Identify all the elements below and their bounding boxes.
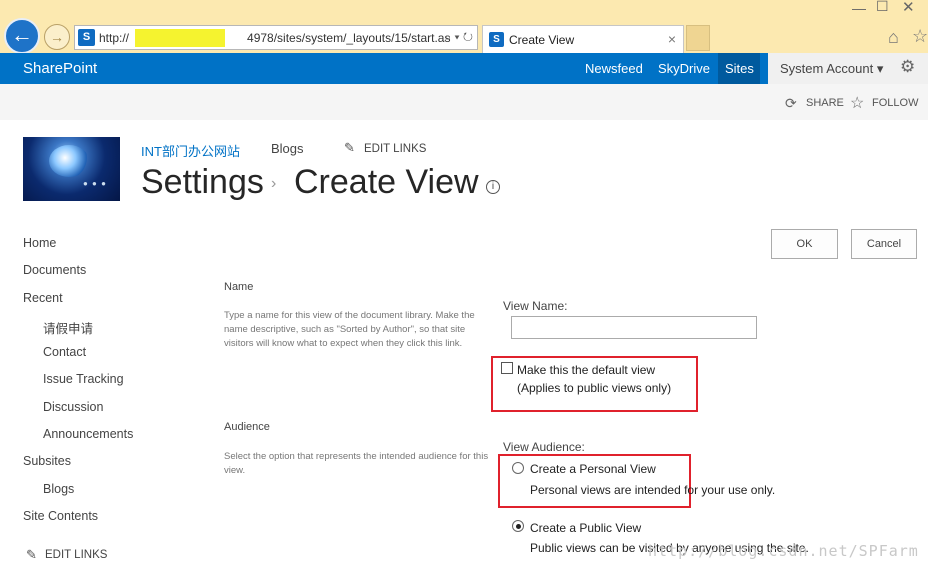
watermark: http://blog.csdn.net/SPFarm <box>648 542 919 560</box>
sharepoint-tab-icon: S <box>489 32 504 47</box>
share-button[interactable]: SHARE <box>806 97 844 109</box>
nav-item-announcements[interactable]: Announcements <box>43 427 133 441</box>
default-view-label[interactable]: Make this the default view <box>517 363 655 377</box>
suite-bar: SharePoint Newsfeed SkyDrive Sites Syste… <box>0 53 928 84</box>
ribbon-row: ⟳ SHARE ☆ FOLLOW <box>0 84 928 120</box>
personal-view-radio[interactable] <box>512 462 524 474</box>
section-name-title: Name <box>224 281 254 293</box>
top-nav-blogs[interactable]: Blogs <box>271 141 304 156</box>
browser-tab[interactable]: S Create View × <box>482 25 684 53</box>
radio-selected-dot <box>516 524 521 529</box>
view-audience-label: View Audience: <box>503 440 585 454</box>
logo-dots: ● ● ● <box>83 179 107 188</box>
section-audience-desc: Select the option that represents the in… <box>224 451 489 476</box>
settings-area: ⚙ <box>892 53 928 84</box>
brand-label[interactable]: SharePoint <box>23 60 97 77</box>
site-logo[interactable]: ● ● ● <box>23 137 120 201</box>
ok-button[interactable]: OK <box>771 229 838 259</box>
follow-button[interactable]: FOLLOW <box>872 97 918 109</box>
new-tab-button[interactable] <box>686 25 710 51</box>
back-icon[interactable]: ← <box>4 18 40 54</box>
nav-item-home[interactable]: Home <box>23 236 56 250</box>
cancel-button[interactable]: Cancel <box>851 229 917 259</box>
address-bar[interactable]: S http:// 4978/sites/system/_layouts/15/s… <box>74 25 478 50</box>
page-title: Create View <box>294 163 479 201</box>
address-suffix: 4978/sites/system/_layouts/15/start.as <box>247 31 451 45</box>
view-name-label: View Name: <box>503 299 568 313</box>
pencil-icon: ✎ <box>344 140 355 155</box>
nav-item-site-contents[interactable]: Site Contents <box>23 509 98 523</box>
nav-item-discussion[interactable]: Discussion <box>43 400 103 414</box>
tab-close-icon[interactable]: × <box>668 31 676 47</box>
home-icon[interactable]: ⌂ <box>888 27 899 48</box>
personal-view-desc: Personal views are intended for your use… <box>530 483 776 497</box>
pencil-icon: ✎ <box>26 547 37 562</box>
maximize-icon[interactable]: ☐ <box>876 0 889 15</box>
nav-item-contact[interactable]: Contact <box>43 345 86 359</box>
nav-item-blogs[interactable]: Blogs <box>43 482 74 496</box>
public-view-label[interactable]: Create a Public View <box>530 521 641 535</box>
nav-item-leave-request[interactable]: 请假申请 <box>43 318 93 337</box>
minimize-icon[interactable]: — <box>852 0 866 16</box>
default-view-note: (Applies to public views only) <box>517 381 672 395</box>
section-audience-title: Audience <box>224 421 270 433</box>
breadcrumb-settings[interactable]: Settings <box>141 163 264 202</box>
share-icon[interactable]: ⟳ <box>785 95 797 112</box>
suite-link-skydrive[interactable]: SkyDrive <box>658 61 710 76</box>
info-icon[interactable]: i <box>486 180 500 194</box>
suite-link-sites-label: Sites <box>725 61 754 76</box>
breadcrumb-separator: › <box>271 175 277 192</box>
globe-icon <box>49 145 89 177</box>
close-window-icon[interactable]: ✕ <box>902 0 915 16</box>
nav-item-issue-tracking[interactable]: Issue Tracking <box>43 372 124 386</box>
edit-links-top[interactable]: EDIT LINKS <box>364 143 426 155</box>
nav-item-recent[interactable]: Recent <box>23 291 63 305</box>
suite-link-newsfeed[interactable]: Newsfeed <box>585 61 643 76</box>
gear-icon[interactable]: ⚙ <box>900 57 915 77</box>
site-name-link[interactable]: INT部门办公网站 <box>141 141 240 160</box>
suite-link-sites[interactable]: Sites <box>718 53 760 84</box>
nav-item-subsites[interactable]: Subsites <box>23 454 71 468</box>
public-view-radio[interactable] <box>512 520 524 532</box>
address-controls[interactable]: ⌕ ▾ ↻ <box>444 30 473 45</box>
edit-links-bottom[interactable]: EDIT LINKS <box>45 549 107 561</box>
address-prefix: http:// <box>99 31 130 45</box>
view-name-input[interactable] <box>511 316 757 339</box>
default-view-checkbox[interactable] <box>501 362 513 374</box>
sharepoint-favicon-icon: S <box>78 29 95 46</box>
follow-star-icon[interactable]: ☆ <box>850 93 864 113</box>
account-menu[interactable]: System Account ▾ <box>768 53 892 84</box>
browser-chrome: ← → S http:// 4978/sites/system/_layouts/… <box>0 0 928 54</box>
personal-view-label[interactable]: Create a Personal View <box>530 462 656 476</box>
account-label: System Account ▾ <box>780 61 884 76</box>
favorites-icon[interactable]: ☆ <box>912 26 928 47</box>
tab-title: Create View <box>509 33 575 47</box>
forward-icon[interactable]: → <box>44 24 70 50</box>
nav-item-documents[interactable]: Documents <box>23 263 86 277</box>
section-name-desc: Type a name for this view of the documen… <box>224 310 475 349</box>
